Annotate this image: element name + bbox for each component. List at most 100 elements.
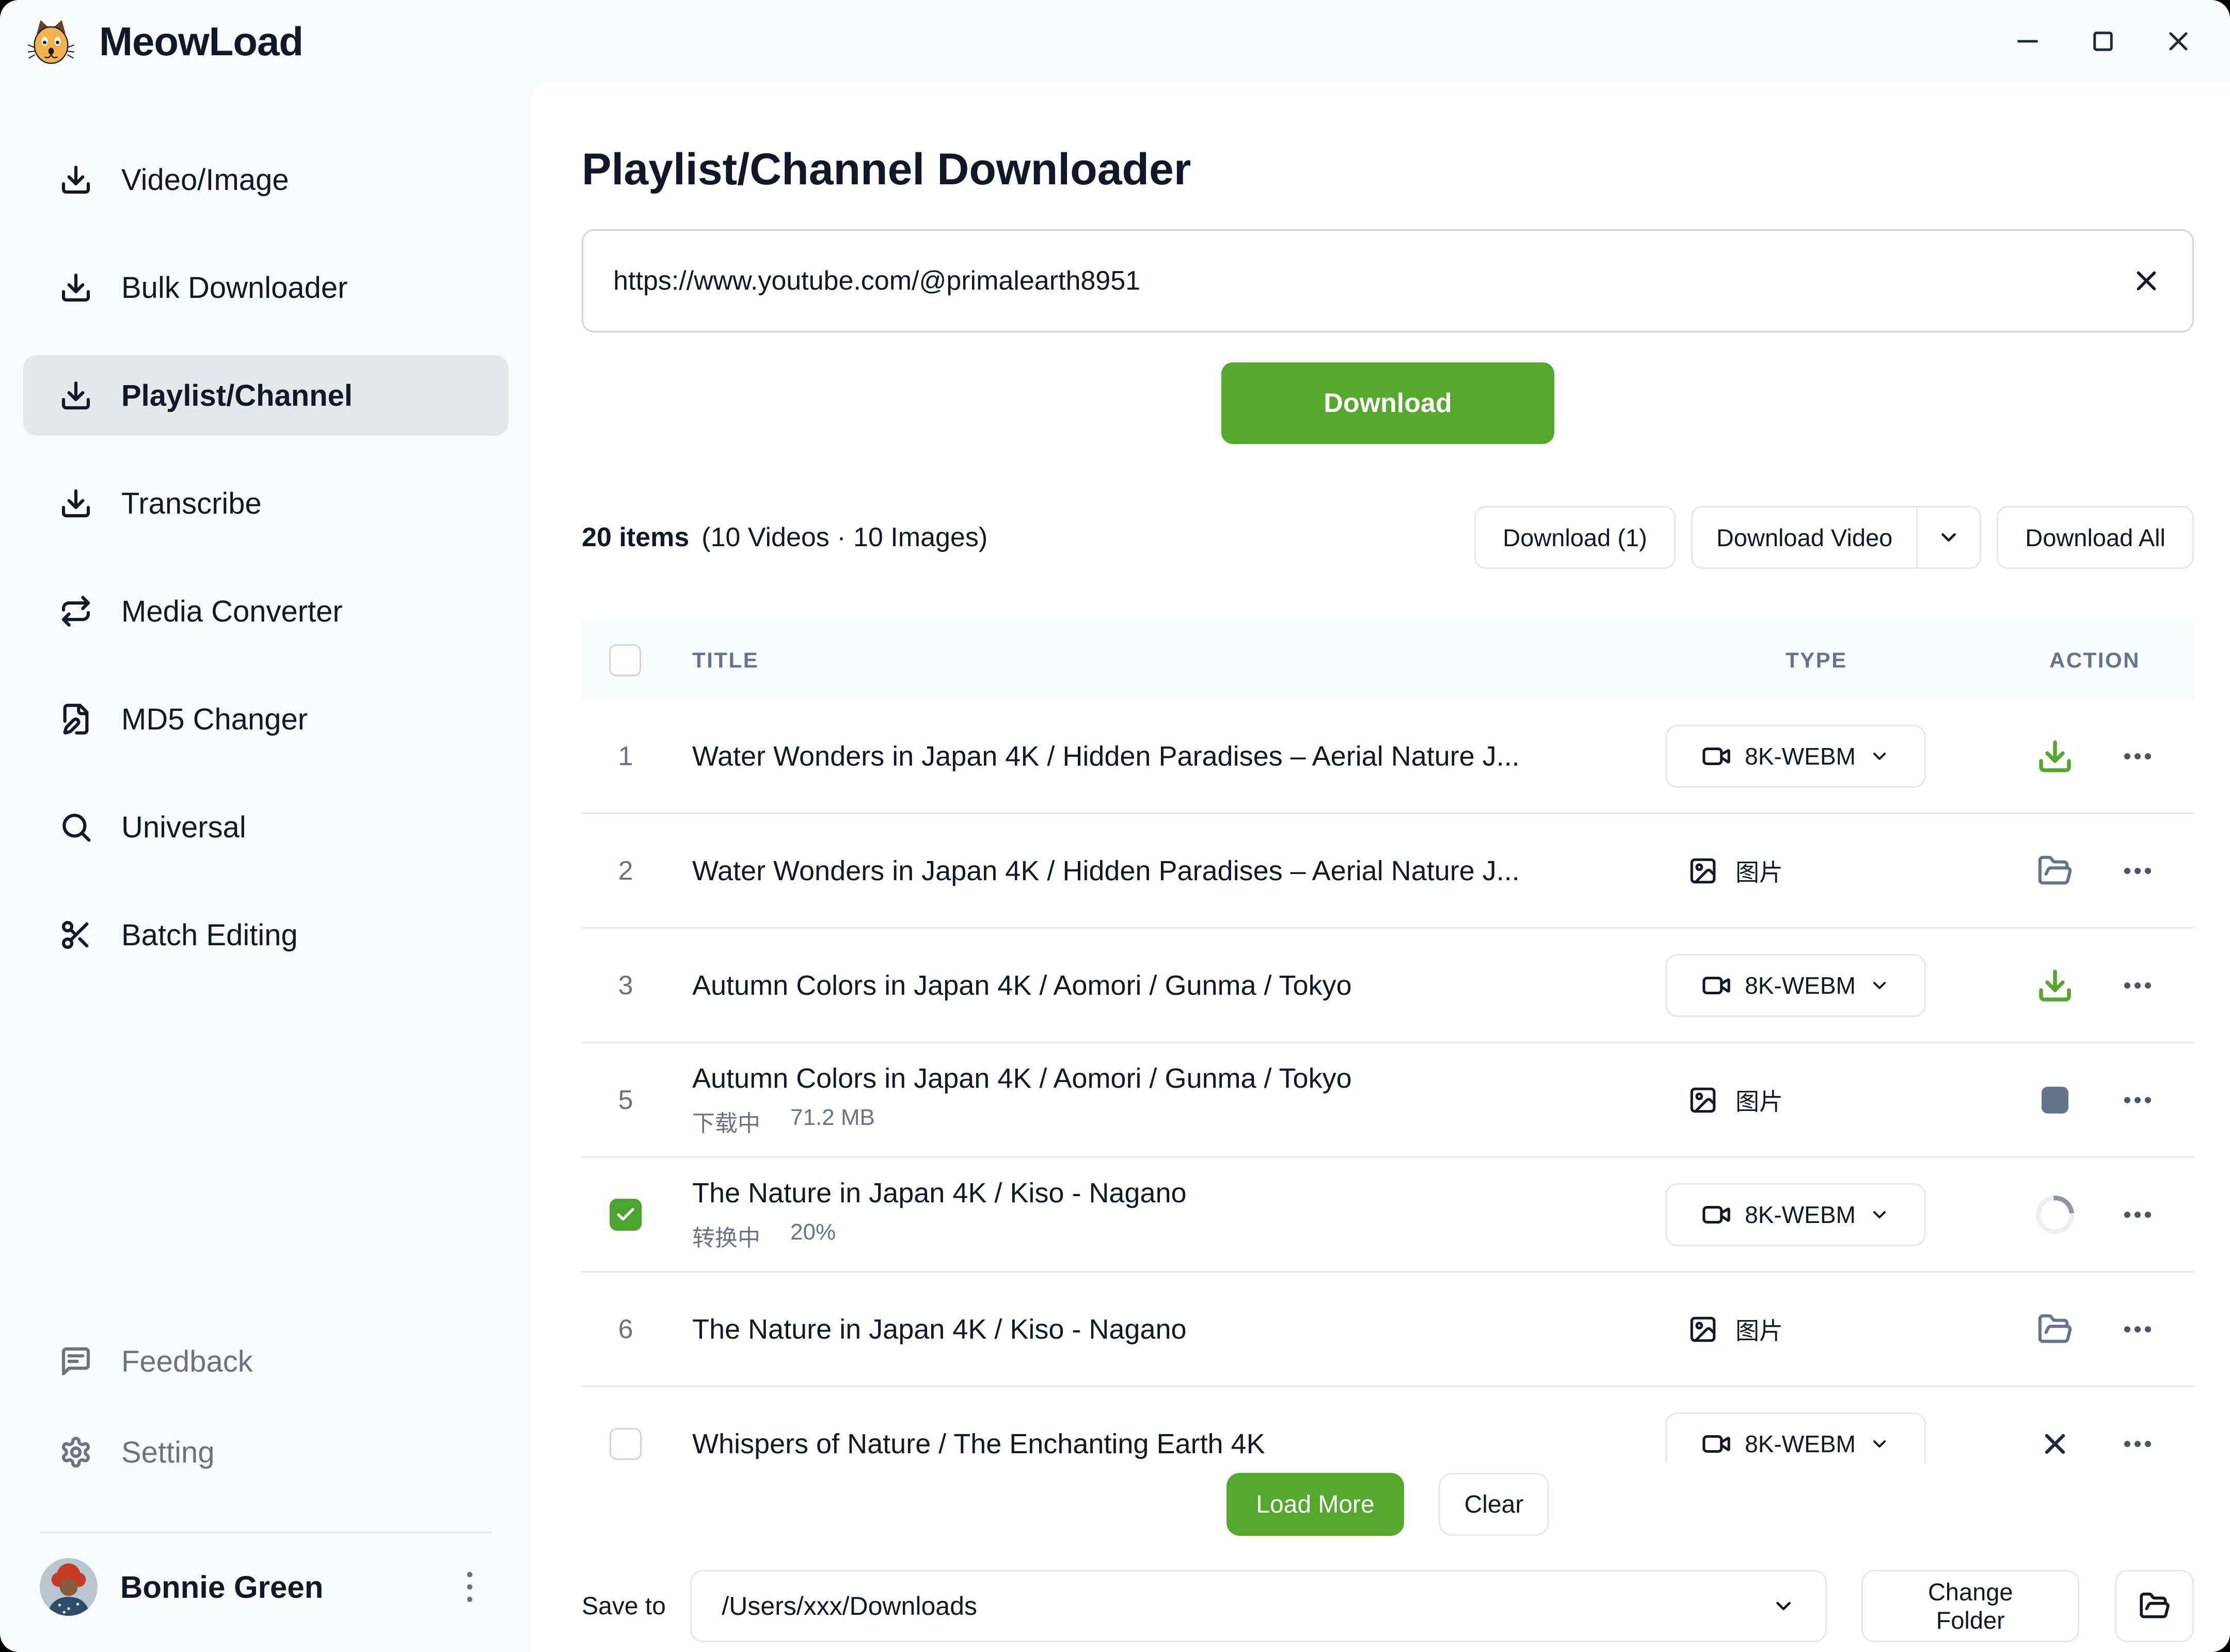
chevron-down-icon (1937, 526, 1961, 549)
sidebar-item-transcribe[interactable]: Transcribe (23, 463, 508, 544)
load-more-button[interactable]: Load More (1226, 1473, 1404, 1536)
table-row[interactable]: 3 Autumn Colors in Japan 4K / Aomori / G… (582, 929, 2194, 1043)
cancel-action-icon[interactable] (2038, 1427, 2072, 1460)
format-select-chip[interactable]: 8K-WEBM (1665, 1412, 1926, 1463)
column-type: TYPE (1786, 621, 1847, 700)
row-title: Autumn Colors in Japan 4K / Aomori / Gun… (692, 970, 1600, 1002)
row-title-cell: The Nature in Japan 4K / Kiso - Nagano 转… (692, 1158, 1600, 1271)
more-horizontal-icon[interactable] (2113, 1322, 2162, 1337)
sidebar: Video/Image Bulk Downloader Playlist/Cha… (0, 83, 532, 1652)
row-title: Autumn Colors in Japan 4K / Aomori / Gun… (692, 1062, 1600, 1094)
video-icon (1701, 1429, 1731, 1459)
row-title-cell: Autumn Colors in Japan 4K / Aomori / Gun… (692, 1043, 1600, 1156)
image-type: 图片 (1688, 1083, 1783, 1117)
download-video-label[interactable]: Download Video (1693, 507, 1916, 567)
maximize-icon[interactable] (2088, 26, 2118, 57)
clear-button[interactable]: Clear (1439, 1473, 1549, 1536)
image-type-label: 图片 (1735, 1312, 1783, 1346)
clear-input-icon[interactable] (2130, 265, 2162, 297)
download-action-icon[interactable] (2036, 967, 2074, 1004)
sidebar-item-label: Batch Editing (121, 918, 298, 952)
row-select-cell: 5 (582, 1043, 670, 1156)
items-detail: (10 Videos · 10 Images) (702, 522, 987, 553)
url-input[interactable]: https://www.youtube.com/@primalearth8951 (582, 229, 2194, 332)
download-icon (59, 271, 92, 304)
table-row[interactable]: Whispers of Nature / The Enchanting Eart… (582, 1387, 2194, 1463)
row-select-cell (582, 1158, 670, 1271)
chevron-down-icon (1869, 1204, 1890, 1225)
scissors-icon (59, 918, 92, 951)
image-type-label: 图片 (1735, 1083, 1783, 1117)
profile-row[interactable]: Bonnie Green (23, 1558, 508, 1616)
sidebar-item-media-converter[interactable]: Media Converter (23, 571, 508, 652)
sidebar-item-label: Playlist/Channel (121, 378, 353, 413)
sidebar-item-playlist-channel[interactable]: Playlist/Channel (23, 355, 508, 436)
row-number: 5 (618, 1085, 633, 1116)
download-button[interactable]: Download (1221, 362, 1554, 444)
column-title: TITLE (692, 621, 759, 700)
table-row[interactable]: 5 Autumn Colors in Japan 4K / Aomori / G… (582, 1043, 2194, 1158)
row-title: Whispers of Nature / The Enchanting Eart… (692, 1428, 1600, 1460)
download-action-icon[interactable] (2036, 738, 2074, 775)
download-icon (59, 379, 92, 412)
sidebar-item-video-image[interactable]: Video/Image (23, 139, 508, 220)
file-pen-icon (59, 703, 92, 736)
table-row[interactable]: 6 The Nature in Japan 4K / Kiso - Nagano (582, 1273, 2194, 1387)
row-checkbox-checked[interactable] (610, 1199, 642, 1231)
row-type-cell: 图片 (1665, 1273, 1783, 1386)
sidebar-item-universal[interactable]: Universal (23, 787, 508, 867)
more-horizontal-icon[interactable] (2113, 749, 2162, 764)
row-type-cell: 图片 (1665, 814, 1783, 927)
close-icon[interactable] (2163, 26, 2194, 57)
more-horizontal-icon[interactable] (2113, 1436, 2162, 1452)
more-vertical-icon[interactable] (457, 1566, 483, 1608)
download-video-dropdown[interactable] (1918, 507, 1980, 567)
format-select-chip[interactable]: 8K-WEBM (1665, 725, 1926, 788)
app-title: MeowLoad (99, 18, 303, 65)
table-row[interactable]: 1 Water Wonders in Japan 4K / Hidden Par… (582, 700, 2194, 814)
row-status: 下载中 71.2 MB (692, 1105, 1600, 1138)
video-icon (1701, 1200, 1731, 1230)
row-checkbox[interactable] (610, 1428, 642, 1460)
row-title-cell: Whispers of Nature / The Enchanting Eart… (692, 1387, 1600, 1463)
row-action-cell (2014, 700, 2194, 813)
download-all-button[interactable]: Download All (1997, 506, 2194, 569)
page-title: Playlist/Channel Downloader (582, 144, 2194, 195)
stop-action-icon[interactable] (2042, 1087, 2068, 1114)
open-folder-button[interactable] (2115, 1570, 2194, 1642)
minimize-icon[interactable] (2012, 26, 2043, 57)
select-all-checkbox[interactable] (609, 644, 641, 676)
profile-name: Bonnie Green (120, 1569, 323, 1605)
table-row[interactable]: 2 Water Wonders in Japan 4K / Hidden Par… (582, 814, 2194, 929)
save-path-select[interactable]: /Users/xxx/Downloads (690, 1570, 1827, 1642)
items-bar: 20 items (10 Videos · 10 Images) Downloa… (582, 506, 2194, 569)
more-horizontal-icon[interactable] (2113, 863, 2162, 879)
table-row[interactable]: The Nature in Japan 4K / Kiso - Nagano 转… (582, 1158, 2194, 1273)
open-folder-action-icon[interactable] (2037, 853, 2073, 889)
download-selected-button[interactable]: Download (1) (1474, 506, 1676, 569)
sidebar-item-setting[interactable]: Setting (23, 1412, 508, 1492)
sidebar-item-label: Media Converter (121, 594, 343, 629)
format-select-chip[interactable]: 8K-WEBM (1665, 1183, 1926, 1246)
download-video-split-button[interactable]: Download Video (1691, 506, 1981, 569)
open-folder-action-icon[interactable] (2037, 1311, 2073, 1347)
sidebar-item-feedback[interactable]: Feedback (23, 1321, 508, 1402)
sidebar-item-label: Transcribe (121, 486, 262, 521)
change-folder-button[interactable]: Change Folder (1861, 1570, 2079, 1642)
sidebar-item-batch-editing[interactable]: Batch Editing (23, 895, 508, 975)
gear-icon (59, 1436, 92, 1469)
row-title: Water Wonders in Japan 4K / Hidden Parad… (692, 855, 1600, 887)
more-horizontal-icon[interactable] (2113, 1092, 2162, 1108)
row-number: 6 (618, 1314, 633, 1345)
format-label: 8K-WEBM (1745, 972, 1856, 999)
sidebar-item-bulk-downloader[interactable]: Bulk Downloader (23, 247, 508, 328)
sidebar-item-md5-changer[interactable]: MD5 Changer (23, 679, 508, 759)
more-horizontal-icon[interactable] (2113, 978, 2162, 993)
main-content: Playlist/Channel Downloader https://www.… (532, 83, 2230, 1652)
format-label: 8K-WEBM (1745, 1201, 1856, 1229)
row-type-cell: 8K-WEBM (1665, 700, 1926, 813)
format-select-chip[interactable]: 8K-WEBM (1665, 954, 1926, 1017)
more-horizontal-icon[interactable] (2113, 1207, 2162, 1222)
image-icon (1688, 1085, 1718, 1115)
chevron-down-icon (1772, 1594, 1795, 1618)
